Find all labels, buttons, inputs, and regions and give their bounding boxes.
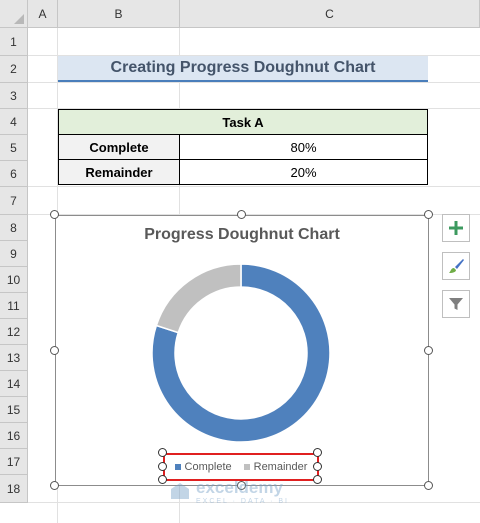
resize-handle-w[interactable] [50, 346, 59, 355]
row-header[interactable]: 16 [0, 423, 28, 449]
complete-label-cell[interactable]: Complete [58, 134, 180, 160]
row-header[interactable]: 15 [0, 397, 28, 423]
legend-swatch-complete [174, 464, 181, 470]
legend-handle-e[interactable] [313, 462, 322, 471]
resize-handle-se[interactable] [424, 481, 433, 490]
plus-icon [449, 221, 463, 235]
task-table: Task A Complete 80% Remainder 20% [58, 109, 428, 185]
legend-item-complete[interactable]: Complete [174, 461, 232, 473]
chart-elements-button[interactable] [442, 214, 470, 242]
row-header[interactable]: 14 [0, 371, 28, 397]
watermark: exceldemy EXCEL · DATA · BI [170, 478, 289, 505]
watermark-sub: EXCEL · DATA · BI [196, 498, 289, 505]
row-header[interactable]: 18 [0, 475, 28, 503]
row-header[interactable]: 3 [0, 83, 28, 109]
resize-handle-e[interactable] [424, 346, 433, 355]
row-header[interactable]: 8 [0, 215, 28, 241]
complete-value-cell[interactable]: 80% [179, 134, 428, 160]
legend-label-remainder: Remainder [253, 461, 308, 473]
watermark-name: exceldemy [196, 478, 283, 497]
row-header[interactable]: 2 [0, 56, 28, 83]
legend-swatch-remainder [243, 464, 250, 470]
donut-plot[interactable] [56, 216, 428, 485]
chart-filters-button[interactable] [442, 290, 470, 318]
paintbrush-icon [449, 259, 464, 273]
chart-legend[interactable]: Complete Remainder [163, 453, 319, 481]
row-header[interactable]: 7 [0, 187, 28, 215]
legend-handle-ne[interactable] [313, 448, 322, 457]
donut-slice-remainder[interactable] [155, 263, 242, 334]
row-header[interactable]: 6 [0, 161, 28, 187]
resize-handle-ne[interactable] [424, 210, 433, 219]
remainder-label-cell[interactable]: Remainder [58, 159, 180, 185]
resize-handle-sw[interactable] [50, 481, 59, 490]
funnel-icon [449, 298, 463, 310]
row-header[interactable]: 10 [0, 267, 28, 293]
row-header[interactable]: 12 [0, 319, 28, 345]
gridline [28, 82, 480, 83]
resize-handle-n[interactable] [237, 210, 246, 219]
legend-item-remainder[interactable]: Remainder [243, 461, 308, 473]
gridline [28, 186, 480, 187]
row-header[interactable]: 17 [0, 449, 28, 475]
column-header-c[interactable]: C [180, 0, 480, 28]
row-header[interactable]: 4 [0, 109, 28, 135]
legend-handle-w[interactable] [158, 462, 167, 471]
row-header[interactable]: 9 [0, 241, 28, 267]
row-header[interactable]: 1 [0, 28, 28, 56]
legend-handle-sw[interactable] [158, 475, 167, 484]
row-header[interactable]: 11 [0, 293, 28, 319]
row-header[interactable]: 5 [0, 135, 28, 161]
row-header[interactable]: 13 [0, 345, 28, 371]
sheet-title-cell[interactable]: Creating Progress Doughnut Chart [58, 56, 428, 82]
chart-styles-button[interactable] [442, 252, 470, 280]
legend-handle-nw[interactable] [158, 448, 167, 457]
task-header-cell[interactable]: Task A [58, 109, 428, 135]
legend-handle-se[interactable] [313, 475, 322, 484]
column-header-a[interactable]: A [28, 0, 58, 28]
remainder-value-cell[interactable]: 20% [179, 159, 428, 185]
select-all-corner[interactable] [0, 0, 28, 28]
column-header-b[interactable]: B [58, 0, 180, 28]
doughnut-chart[interactable]: Progress Doughnut Chart Complete Remaind… [55, 215, 429, 486]
select-all-triangle [14, 14, 24, 24]
legend-label-complete: Complete [184, 461, 232, 473]
resize-handle-nw[interactable] [50, 210, 59, 219]
watermark-logo-icon [171, 482, 189, 499]
